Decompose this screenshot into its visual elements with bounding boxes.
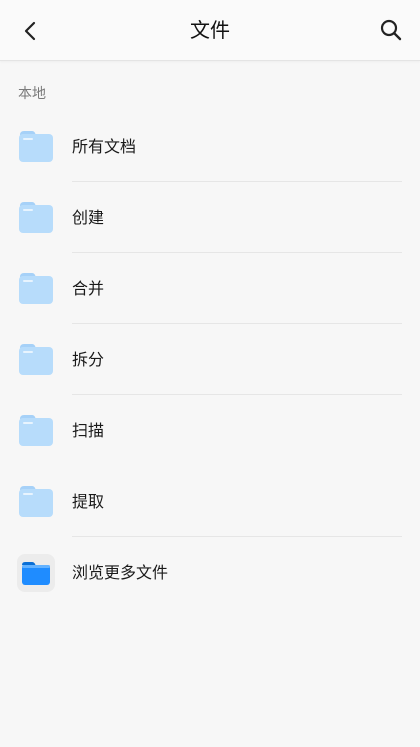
- list-item-scan[interactable]: 扫描: [0, 395, 420, 466]
- file-category-list: 所有文档 创建 合并 拆分 扫描 提取 浏览更多文件: [0, 111, 420, 608]
- list-item-label: 浏览更多文件: [72, 563, 169, 582]
- search-button[interactable]: [374, 13, 408, 47]
- folder-icon: [18, 342, 54, 376]
- folder-icon: [18, 413, 54, 447]
- list-item-label: 所有文档: [72, 137, 137, 156]
- page-title: 文件: [190, 18, 230, 42]
- folder-icon: [18, 200, 54, 234]
- folder-icon: [18, 129, 54, 163]
- folder-icon: [18, 484, 54, 518]
- list-item-label: 拆分: [72, 350, 105, 369]
- list-item-label: 合并: [72, 279, 105, 298]
- list-item-all-documents[interactable]: 所有文档: [0, 111, 420, 182]
- list-item-label: 扫描: [72, 421, 105, 440]
- list-item-merge[interactable]: 合并: [0, 253, 420, 324]
- search-icon: [380, 19, 402, 41]
- section-label-local: 本地: [18, 86, 46, 102]
- list-item-create[interactable]: 创建: [0, 182, 420, 253]
- back-button[interactable]: [14, 14, 48, 48]
- list-item-extract[interactable]: 提取: [0, 466, 420, 537]
- app-header: 文件: [0, 0, 420, 61]
- list-item-label: 提取: [72, 492, 105, 511]
- list-item-browse-more-files[interactable]: 浏览更多文件: [0, 537, 420, 608]
- list-item-label: 创建: [72, 208, 105, 227]
- chevron-left-icon: [24, 21, 36, 41]
- list-item-split[interactable]: 拆分: [0, 324, 420, 395]
- files-app-icon: [17, 554, 55, 592]
- folder-icon: [18, 271, 54, 305]
